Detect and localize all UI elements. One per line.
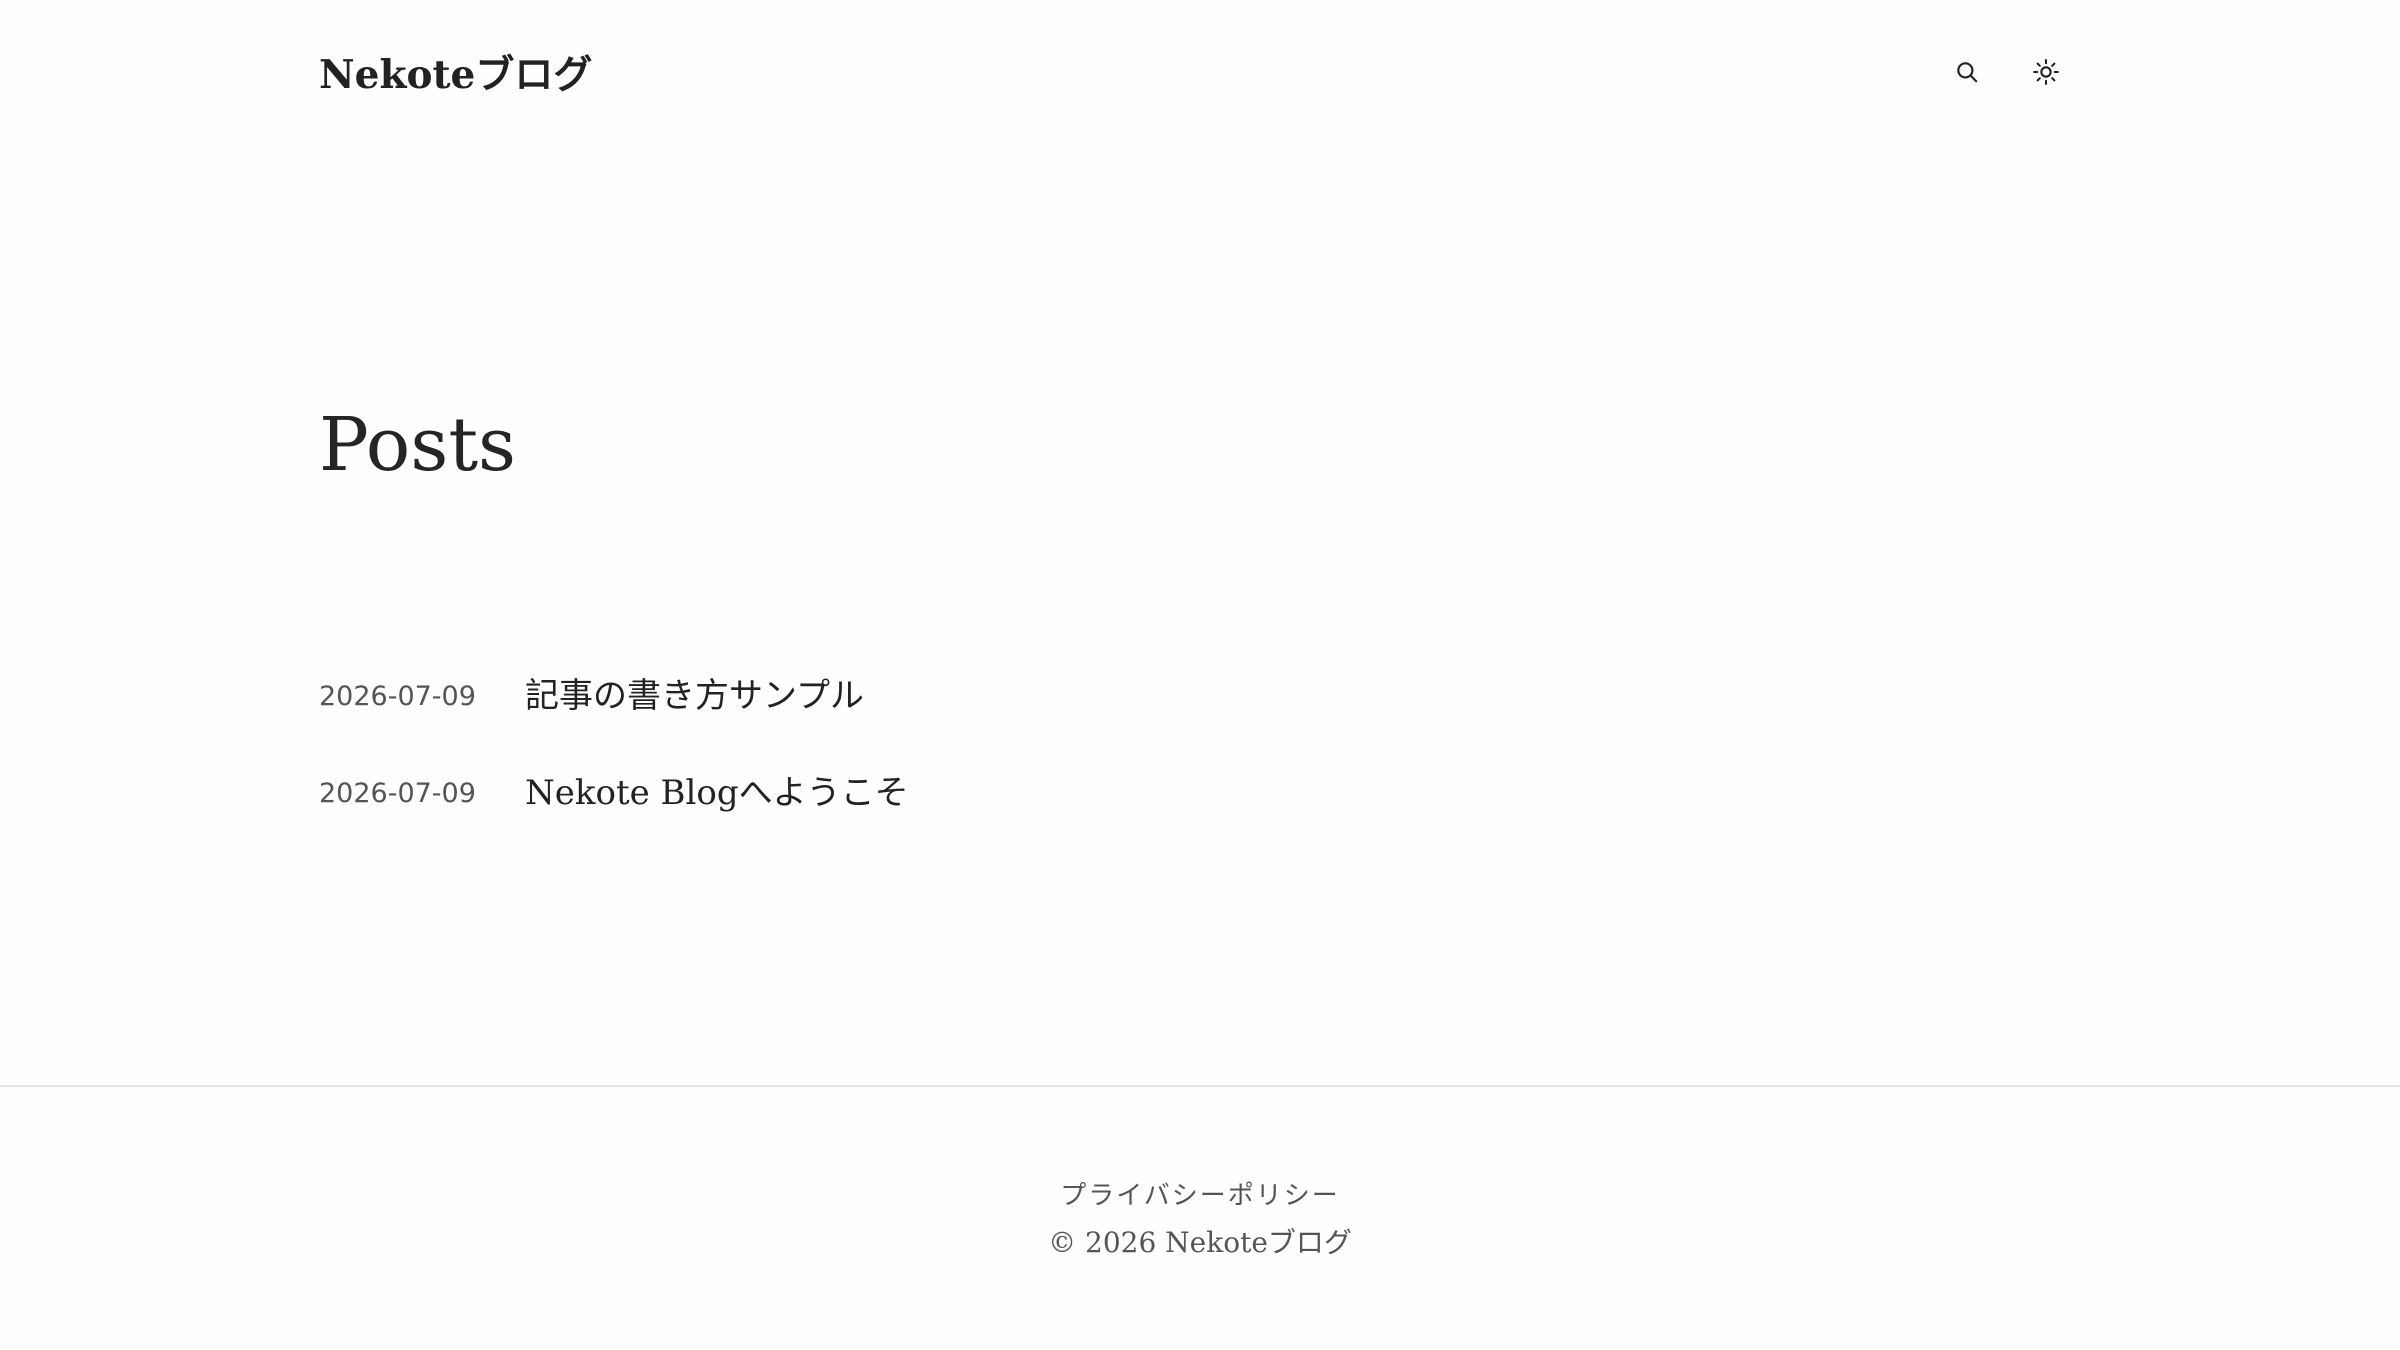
list-item: 2026-07-09 記事の書き方サンプル: [319, 663, 1919, 729]
page-title: Posts: [319, 402, 517, 488]
site-title-link[interactable]: Nekoteブログ: [319, 44, 592, 100]
search-button[interactable]: [1947, 52, 1987, 92]
post-date: 2026-07-09: [319, 777, 476, 809]
theme-toggle-button[interactable]: [2026, 52, 2066, 92]
post-date: 2026-07-09: [319, 680, 476, 712]
search-icon: [1954, 59, 1980, 85]
post-title-link[interactable]: Nekote Blogへようこそ: [525, 776, 909, 810]
site-header: Nekoteブログ: [0, 0, 2400, 145]
list-item: 2026-07-09 Nekote Blogへようこそ: [319, 760, 1919, 826]
copyright-text: © 2026 Nekoteブログ: [1048, 1226, 1352, 1259]
sun-icon: [2032, 58, 2060, 86]
privacy-policy-link[interactable]: プライバシーポリシー: [0, 1183, 2400, 1209]
site-footer: プライバシーポリシー © 2026 Nekoteブログ: [0, 1087, 2400, 1350]
post-list: 2026-07-09 記事の書き方サンプル 2026-07-09 Nekote …: [319, 663, 1919, 857]
post-title-link[interactable]: 記事の書き方サンプル: [525, 679, 864, 713]
